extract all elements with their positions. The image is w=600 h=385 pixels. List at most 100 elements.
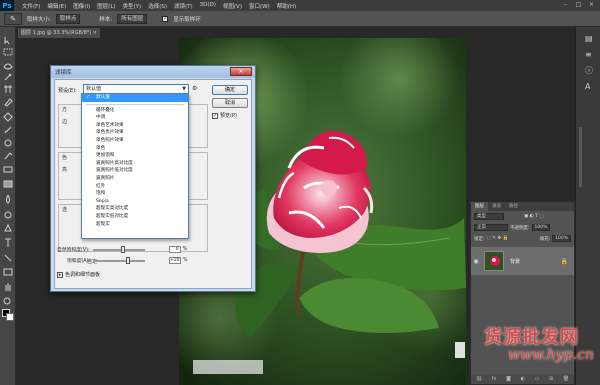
saturation-slider[interactable] (93, 256, 146, 264)
link-layers-icon[interactable]: ⛓ (476, 376, 482, 382)
eye-icon[interactable]: ◉ (471, 258, 481, 265)
menu-image[interactable]: 图像(I) (73, 2, 90, 10)
cancel-button[interactable]: 取消 (212, 98, 248, 108)
blur-tool-icon (6, 194, 10, 204)
tab-paths[interactable]: 路径 (505, 202, 522, 211)
tab-layers[interactable]: 图层 (471, 202, 488, 211)
dropdown-item[interactable]: 中调 (82, 114, 188, 122)
menu-filter[interactable]: 滤镜(T) (174, 2, 193, 10)
tone-detail-row[interactable]: ▸ 色调和细节面板 (57, 271, 100, 278)
zoom-tool-icon (3, 297, 11, 305)
path-selection-icon (4, 254, 12, 262)
dropdown-item[interactable]: ✓ 默认值 (82, 94, 188, 102)
menu-help[interactable]: 帮助(H) (277, 2, 296, 10)
history-panel-icon[interactable]: ▤ (585, 35, 593, 43)
dropdown-item[interactable]: 超现实高对比度 (82, 205, 188, 213)
preview-checkbox[interactable]: ✓ (212, 112, 218, 119)
dropdown-item[interactable]: 红外 (82, 183, 188, 191)
fx-icon[interactable]: fx (492, 376, 497, 382)
filter-icons[interactable]: ▣ ◐ T ⬚ (524, 214, 543, 219)
layers-footer: ⛓ fx ◙ ◐ ▭ ⊞ 🗑 (471, 374, 574, 384)
dropdown-item[interactable]: 更加饱和 (82, 152, 188, 160)
dropdown-item[interactable]: 逼真照片高对比度 (82, 160, 188, 168)
dropdown-item-label: 默认值 (96, 95, 110, 100)
gradient-tool-icon (3, 180, 13, 188)
new-layer-icon[interactable]: ⊞ (549, 376, 553, 382)
settings-gear-icon[interactable]: ⚙ (192, 85, 197, 92)
show-ring-checkbox[interactable]: ✓ (162, 15, 169, 22)
healing-brush-icon (3, 112, 13, 122)
properties-panel-icon[interactable]: ≡ (585, 51, 593, 59)
adjustment-icon[interactable]: ◐ (521, 376, 525, 382)
background-color-swatch[interactable] (6, 313, 14, 321)
dropdown-item[interactable]: 逼真照片 (82, 175, 188, 183)
show-ring-label: 显示取样环 (173, 16, 201, 23)
menu-file[interactable]: 文件(F) (22, 2, 40, 10)
preview-checkbox-row[interactable]: ✓ 预览(P) (212, 112, 237, 119)
saturation-row: 饱和度(A): +20 % (57, 256, 188, 264)
group-label-3: 色 (62, 155, 68, 161)
group-label-5: 选 (62, 207, 68, 213)
dropdown-item[interactable]: 超现实低对比度 (82, 213, 188, 221)
character-panel-icon[interactable]: A (585, 83, 593, 91)
lock-icons[interactable]: ⬚ ✎ ✥ 🔒 (487, 236, 509, 241)
dropdown-item[interactable]: 单色艺术效果 (82, 122, 188, 130)
dropdown-item[interactable]: 循环叠化 (82, 107, 188, 115)
dialog-title: 滤镜库 (51, 66, 255, 78)
sample-select[interactable]: 所有图层 (117, 13, 148, 24)
menu-bar: Ps 文件(F) 编辑(E) 图像(I) 图层(L) 类型(Y) 选择(S) 滤… (0, 0, 600, 11)
tab-channels[interactable]: 通道 (488, 202, 505, 211)
minimize-button[interactable]: – (561, 1, 570, 9)
layer-row-background[interactable]: ◉ 背景 🔒 (471, 247, 574, 275)
info-panel-icon[interactable]: ⓘ (585, 67, 593, 75)
checkmark-icon: ✓ (86, 94, 91, 100)
tone-detail-checkbox[interactable]: ▸ (57, 271, 63, 278)
history-brush-icon (4, 152, 13, 160)
photoshop-logo-icon: Ps (0, 0, 14, 11)
dropdown-item[interactable]: 单色照片效果 (82, 137, 188, 145)
blend-mode-select[interactable]: 正常 (474, 224, 508, 231)
dropdown-item[interactable]: 超现实 (82, 221, 188, 229)
opacity-input[interactable]: 100% (531, 224, 551, 231)
vibrance-input[interactable]: 0 (168, 246, 181, 253)
mask-icon[interactable]: ◙ (506, 376, 511, 382)
menu-type[interactable]: 类型(Y) (123, 2, 142, 10)
dropdown-item[interactable]: 单色 (82, 145, 188, 153)
close-window-button[interactable]: × (587, 1, 596, 9)
saturation-thumb[interactable] (126, 256, 131, 264)
dialog-close-button[interactable]: × (230, 67, 252, 76)
lock-row: 锁定: ⬚ ✎ ✥ 🔒 填充: 100% (471, 233, 574, 244)
menu-window[interactable]: 窗口(W) (249, 2, 270, 10)
layers-panel-tabs: 图层 通道 路径 (471, 202, 574, 211)
menu-3d[interactable]: 3D(D) (200, 2, 216, 10)
dropdown-item[interactable]: 单色负片效果 (82, 129, 188, 137)
layer-kind-select[interactable]: 类型 (474, 213, 504, 220)
trash-icon[interactable]: 🗑 (563, 376, 569, 382)
lock-label: 锁定: (474, 236, 485, 242)
group-label-4: 高 (62, 167, 68, 173)
dropdown-item[interactable]: 逼真照片低对比度 (82, 167, 188, 175)
eyedropper-preset-icon[interactable]: ✎ (4, 12, 22, 25)
menu-layer[interactable]: 图层(L) (97, 2, 115, 10)
dropdown-item[interactable]: Sepia (82, 198, 188, 206)
ok-button[interactable]: 确定 (212, 85, 248, 95)
saturation-input[interactable]: +20 (169, 257, 182, 264)
vibrance-thumb[interactable] (120, 245, 125, 253)
maximize-button[interactable]: □ (574, 1, 583, 9)
sample-size-select[interactable]: 取样点 (55, 13, 81, 24)
layer-filter-row: 类型 ▣ ◐ T ⬚ (471, 211, 574, 222)
blurred-overlay (193, 360, 263, 374)
menu-select[interactable]: 选择(S) (148, 2, 167, 10)
vibrance-slider[interactable] (92, 245, 145, 253)
document-tab[interactable]: 图层 1.jpg @ 33.3%(RGB/8*) × (18, 28, 100, 38)
menu-view[interactable]: 视图(V) (223, 2, 242, 10)
panel-scrollbar[interactable] (579, 127, 582, 187)
crop-tool-icon (4, 85, 12, 93)
watermark-text: 货源批发网 (484, 327, 579, 348)
brush-tool-icon (4, 126, 12, 134)
menu-edit[interactable]: 编辑(E) (47, 2, 66, 10)
preview-label: 预览(P) (220, 113, 237, 119)
fill-input[interactable]: 100% (552, 235, 571, 242)
group-icon[interactable]: ▭ (535, 376, 540, 382)
dropdown-item[interactable]: 饱和 (82, 190, 188, 198)
